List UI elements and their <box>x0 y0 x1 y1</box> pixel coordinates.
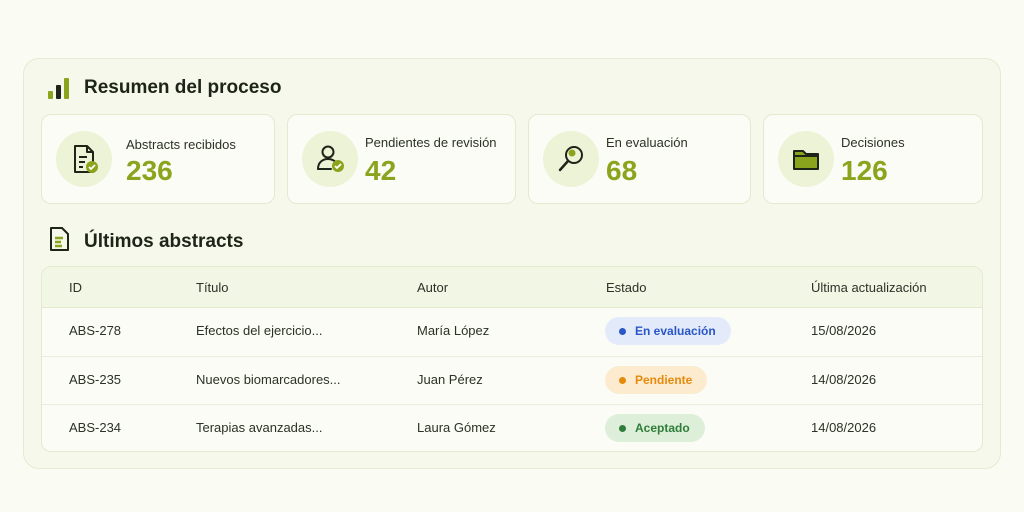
status-label: En evaluación <box>635 324 716 338</box>
summary-header: Resumen del proceso <box>48 75 281 101</box>
recent-header: Últimos abstracts <box>48 226 244 258</box>
bar-chart-icon <box>48 77 72 99</box>
status-label: Pendiente <box>635 373 693 387</box>
abstracts-table: ID Título Autor Estado Última actualizac… <box>41 266 983 452</box>
stat-card-evaluation[interactable]: En evaluación 68 <box>528 114 751 204</box>
stat-label: Pendientes de revisión <box>365 135 497 150</box>
status-dot <box>619 424 626 432</box>
cell-title[interactable]: Efectos del ejercicio... <box>196 323 322 338</box>
table-header: ID Título Autor Estado Última actualizac… <box>42 267 982 308</box>
cell-id: ABS-235 <box>69 372 122 387</box>
status-badge: En evaluación <box>605 317 731 345</box>
summary-title: Resumen del proceso <box>84 77 282 98</box>
document-check-icon <box>56 131 112 187</box>
cell-author: Juan Pérez <box>417 372 483 387</box>
table-row[interactable]: ABS-278 Efectos del ejercicio... María L… <box>42 308 982 356</box>
column-header-id[interactable]: ID <box>69 280 82 295</box>
stat-card-pending[interactable]: Pendientes de revisión 42 <box>287 114 516 204</box>
status-badge: Pendiente <box>605 366 708 394</box>
user-check-icon <box>302 131 358 187</box>
cell-id: ABS-278 <box>69 323 122 338</box>
folder-icon <box>778 131 834 187</box>
cell-title[interactable]: Terapias avanzadas... <box>196 420 322 435</box>
cell-author: María López <box>417 323 490 338</box>
stat-label: Abstracts recibidos <box>126 137 236 152</box>
status-badge: Aceptado <box>605 414 705 442</box>
cell-title[interactable]: Nuevos biomarcadores... <box>196 372 341 387</box>
stat-label: En evaluación <box>606 135 688 150</box>
recent-title: Últimos abstracts <box>84 231 244 252</box>
status-dot <box>619 376 626 384</box>
stat-value: 236 <box>126 155 173 186</box>
column-header-author[interactable]: Autor <box>417 280 448 295</box>
cell-id: ABS-234 <box>69 420 122 435</box>
stat-value: 68 <box>606 155 638 186</box>
cell-author: Laura Gómez <box>417 420 496 435</box>
column-header-date[interactable]: Última actualización <box>811 280 927 295</box>
stat-card-decisions[interactable]: Decisiones 126 <box>763 114 983 204</box>
table-row[interactable]: ABS-234 Terapias avanzadas... Laura Góme… <box>42 404 982 451</box>
column-header-state[interactable]: Estado <box>606 280 646 295</box>
stat-label: Decisiones <box>841 135 905 150</box>
stat-value: 126 <box>841 155 888 186</box>
status-label: Aceptado <box>635 421 690 435</box>
cell-date: 14/08/2026 <box>811 420 877 435</box>
cell-date: 14/08/2026 <box>811 372 877 387</box>
column-header-title[interactable]: Título <box>196 280 229 295</box>
magnifier-icon <box>543 131 599 187</box>
table-row[interactable]: ABS-235 Nuevos biomarcadores... Juan Pér… <box>42 356 982 404</box>
document-list-icon <box>48 226 72 258</box>
cell-date: 15/08/2026 <box>811 323 877 338</box>
stat-value: 42 <box>365 155 397 186</box>
status-dot <box>619 327 626 335</box>
stat-card-received[interactable]: Abstracts recibidos 236 <box>41 114 275 204</box>
